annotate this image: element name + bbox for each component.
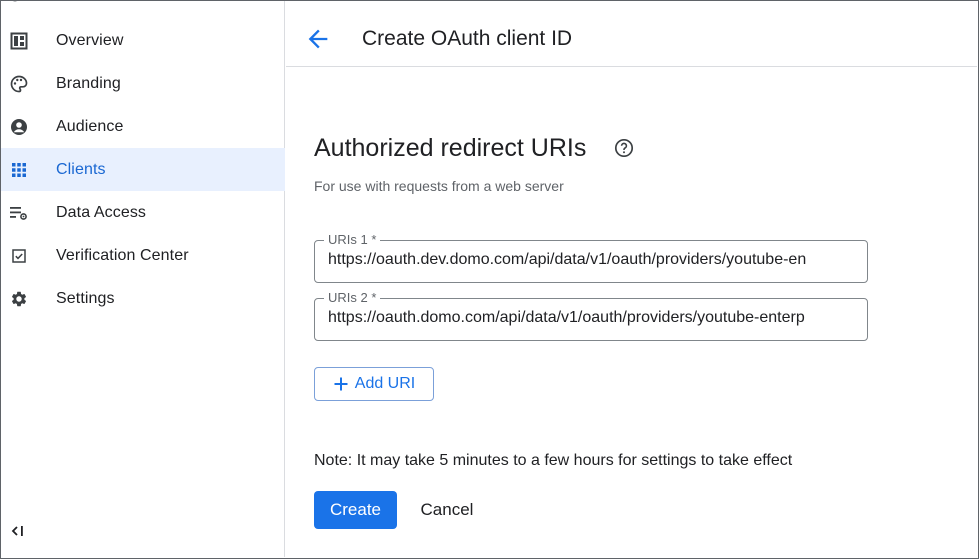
uri-field-2: URIs 2 * — [314, 290, 868, 341]
uri-input-1[interactable] — [328, 251, 858, 269]
settings-note: Note: It may take 5 minutes to a few hou… — [314, 452, 793, 469]
cancel-button[interactable]: Cancel — [407, 491, 487, 529]
verified-checkbox-icon — [9, 246, 29, 266]
account-circle-icon — [9, 117, 29, 137]
apps-grid-icon — [9, 160, 29, 180]
uri-field-1: URIs 1 * — [314, 232, 868, 283]
section-subtitle: For use with requests from a web server — [314, 178, 564, 194]
sidebar-item-label: Clients — [56, 160, 106, 178]
collapse-sidebar-icon[interactable] — [9, 521, 29, 541]
sidebar-item-branding[interactable]: Branding — [1, 62, 285, 105]
add-uri-button[interactable]: Add URI — [314, 367, 434, 401]
sidebar-item-label: Overview — [56, 31, 124, 49]
data-access-icon — [9, 203, 29, 223]
create-button[interactable]: Create — [314, 491, 397, 529]
sidebar-item-overview[interactable]: Overview — [1, 19, 285, 62]
sidebar-item-verification-center[interactable]: Verification Center — [1, 234, 285, 277]
sidebar-item-audience[interactable]: Audience — [1, 105, 285, 148]
arrow-back-icon[interactable] — [304, 25, 332, 53]
uri-field-label: URIs 1 * — [324, 232, 381, 247]
plus-icon — [334, 377, 348, 391]
clipped-icon — [10, 0, 20, 2]
main-content: Create OAuth client ID Authorized redire… — [286, 1, 977, 557]
section-title: Authorized redirect URIs — [314, 134, 587, 162]
page-title: Create OAuth client ID — [362, 27, 573, 50]
sidebar-item-clients[interactable]: Clients — [1, 148, 285, 191]
sidebar-item-data-access[interactable]: Data Access — [1, 191, 285, 234]
sidebar-item-label: Data Access — [56, 203, 147, 221]
sidebar-item-label: Audience — [56, 117, 124, 135]
uri-input-2[interactable] — [328, 309, 858, 327]
gear-icon — [9, 289, 29, 309]
page-header: Create OAuth client ID — [286, 1, 977, 67]
sidebar: Overview Branding Audience Clients Data … — [1, 0, 285, 557]
add-uri-label: Add URI — [354, 375, 416, 392]
sidebar-item-label: Settings — [56, 289, 115, 307]
sidebar-item-settings[interactable]: Settings — [1, 277, 285, 320]
palette-icon — [9, 74, 29, 94]
sidebar-item-label: Branding — [56, 74, 121, 92]
dashboard-icon — [9, 31, 29, 51]
uri-field-label: URIs 2 * — [324, 290, 381, 305]
sidebar-item-label: Verification Center — [56, 246, 189, 264]
help-circle-icon[interactable] — [614, 138, 634, 158]
